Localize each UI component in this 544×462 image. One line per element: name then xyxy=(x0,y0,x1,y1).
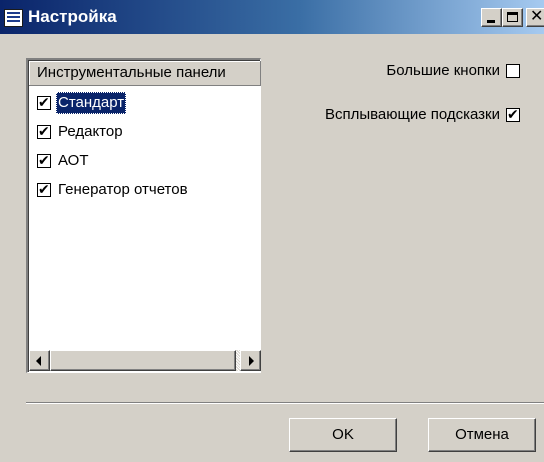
scroll-left-button[interactable] xyxy=(29,350,50,371)
app-window-icon xyxy=(4,9,23,27)
toolbars-list-items: Стандарт Редактор АОТ Генератор отчетов xyxy=(34,92,254,208)
arrow-left-icon xyxy=(36,356,41,366)
tooltips-checkbox[interactable] xyxy=(506,106,520,124)
report-generator-checkbox[interactable] xyxy=(37,181,51,199)
cancel-button[interactable]: Отмена xyxy=(428,418,536,452)
list-item-aot[interactable]: АОТ xyxy=(34,150,254,179)
tooltips-label: Всплывающие подсказки xyxy=(324,106,500,123)
minimize-button[interactable] xyxy=(481,8,502,27)
large-buttons-option[interactable]: Большие кнопки xyxy=(300,60,522,82)
title-bar[interactable]: Настройка ✕ xyxy=(0,0,544,34)
list-item-report-generator[interactable]: Генератор отчетов xyxy=(34,179,254,208)
close-icon: ✕ xyxy=(530,8,544,25)
tooltips-option[interactable]: Всплывающие подсказки xyxy=(270,104,522,126)
minimize-icon xyxy=(487,20,495,23)
settings-dialog: Настройка ✕ Инструментальные панели Стан… xyxy=(0,0,544,462)
toolbars-list[interactable]: Инструментальные панели Стандарт Редакто… xyxy=(26,58,261,373)
arrow-right-icon xyxy=(249,356,254,366)
scroll-right-button[interactable] xyxy=(240,350,261,371)
large-buttons-label: Большие кнопки xyxy=(386,62,500,79)
separator xyxy=(26,402,544,404)
horizontal-scrollbar[interactable] xyxy=(29,350,261,371)
large-buttons-checkbox[interactable] xyxy=(506,64,520,78)
ok-button[interactable]: OK xyxy=(289,418,397,452)
maximize-icon xyxy=(507,12,518,22)
scrollbar-thumb[interactable] xyxy=(50,350,236,371)
standard-checkbox[interactable] xyxy=(37,94,51,112)
maximize-button[interactable] xyxy=(502,8,523,27)
list-item-label: Генератор отчетов xyxy=(58,181,188,198)
toolbars-list-header[interactable]: Инструментальные панели xyxy=(29,61,261,86)
aot-checkbox[interactable] xyxy=(37,152,51,170)
list-item-editor[interactable]: Редактор xyxy=(34,121,254,150)
list-item-label: Редактор xyxy=(58,123,123,140)
window-title: Настройка xyxy=(28,7,117,26)
list-item-label: Стандарт xyxy=(56,92,127,114)
list-item-label: АОТ xyxy=(58,152,89,169)
list-item-standard[interactable]: Стандарт xyxy=(34,92,254,121)
editor-checkbox[interactable] xyxy=(37,123,51,141)
close-button[interactable]: ✕ xyxy=(526,8,544,27)
